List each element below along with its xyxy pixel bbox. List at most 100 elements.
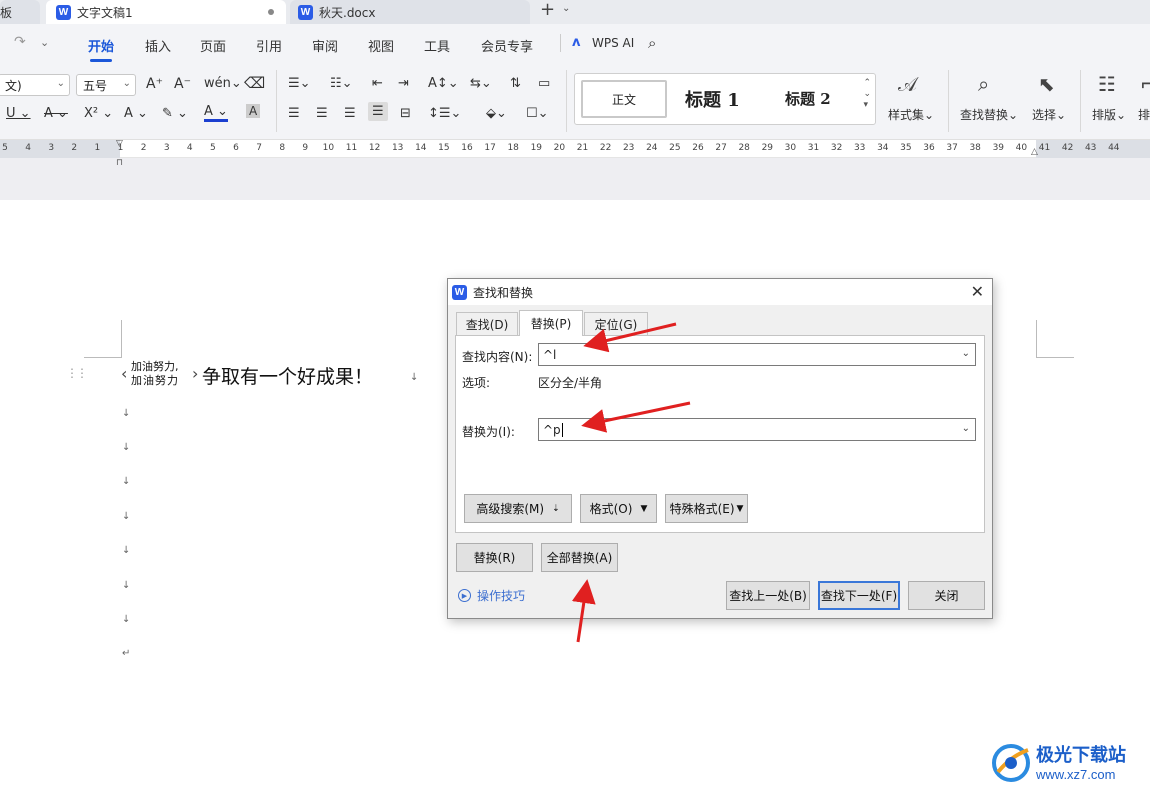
find-replace-label: 查找替换 [960,108,1009,122]
align-left-icon[interactable]: ☰ [288,106,300,121]
replace-button[interactable]: 替换(R) [456,543,533,572]
close-icon[interactable]: ✕ [971,282,984,301]
find-replace-button[interactable]: 查找替换⌄ [960,106,1018,123]
new-tab-plus-icon[interactable]: + [540,0,555,20]
triangle-down-icon: ▼ [640,503,648,514]
tab-replace[interactable]: 替换(P) [519,310,583,336]
font-name-select[interactable]: 文) ⌄ [0,74,70,96]
chevron-down-icon[interactable]: ⌄ [562,3,570,14]
find-previous-button[interactable]: 查找上一处(B) [726,581,810,610]
line-spacing-icon[interactable]: ↕☰⌄ [428,106,461,121]
drag-handle-icon[interactable]: ⋮⋮ [66,366,88,380]
menu-view[interactable]: 视图 [368,36,394,55]
layout-icon: ☷ [1098,72,1116,96]
shading-icon[interactable]: ⬙⌄ [486,106,507,121]
ruler-tick: 25 [669,143,681,153]
increase-indent-icon[interactable]: ⇥ [398,76,409,91]
bullet-list-icon[interactable]: ☰⌄ [288,76,311,91]
text-direction-icon[interactable]: A↕⌄ [428,76,459,91]
ruler-tick: 20 [553,143,566,153]
format-button[interactable]: 格式(O) ▼ [580,494,657,523]
char-shading-icon[interactable]: A [246,104,261,118]
menu-review[interactable]: 审阅 [312,36,338,55]
border-icon[interactable]: ☐⌄ [526,106,549,121]
tab-goto[interactable]: 定位(G) [584,312,648,336]
replace-all-button[interactable]: 全部替换(A) [541,543,618,572]
tab-label: 文字文稿1 [77,5,133,20]
find-input[interactable]: ^l ⌄ [538,343,976,366]
align-center-icon[interactable]: ☰ [316,106,328,121]
advanced-search-button[interactable]: 高级搜索(M) ⇣ [464,494,572,523]
indent-marker-icon[interactable]: ▽ [116,139,123,149]
hanging-indent-marker-icon[interactable]: ⊓ [116,158,123,168]
align-right-icon[interactable]: ☰ [344,106,356,121]
layout-button[interactable]: 排版⌄ [1092,106,1126,123]
chevron-down-icon[interactable]: ⌄ [40,36,49,49]
line-break-icon[interactable]: ⇆⌄ [470,76,492,91]
ruler-tick: 28 [738,143,750,153]
decrease-font-icon[interactable]: A⁻ [174,76,191,92]
tab-autumn-docx[interactable]: W 秋天.docx [290,0,530,24]
show-marks-icon[interactable]: ▭ [538,76,550,91]
style-set-button[interactable]: 样式集⌄ [888,106,934,123]
ruler-tick: 5 [210,143,216,153]
replace-input[interactable]: ^p ⌄ [538,418,976,441]
increase-font-icon[interactable]: A⁺ [146,76,163,92]
select-button[interactable]: 选择⌄ [1032,106,1066,123]
tab-partial[interactable]: 板 [0,0,40,24]
search-icon[interactable]: ⌕ [648,34,656,52]
page-corner-mark [84,320,122,358]
text-effect-icon[interactable]: A ⌄ [124,106,148,121]
sort-icon[interactable]: ⇅ [510,76,521,91]
dialog-titlebar[interactable]: W 查找和替换 ✕ [448,279,992,305]
distributed-icon[interactable]: ⊟ [400,106,411,121]
ruler-tick: 27 [715,143,727,153]
font-color-icon[interactable]: A ⌄ [204,104,228,122]
phonetic-guide-icon[interactable]: wén⌄ [204,76,242,91]
document-header-band: ⊓ [0,158,1150,200]
menu-member[interactable]: 会员专享 [481,36,533,55]
menu-tools[interactable]: 工具 [424,36,450,55]
wps-writer-icon: W [452,284,467,300]
ruler-tick: 32 [830,143,843,153]
style-normal[interactable]: 正文 [581,80,667,118]
find-next-button[interactable]: 查找下一处(F) [818,581,900,610]
chevron-down-icon: ⌄ [56,78,65,89]
tips-link[interactable]: ▶ 操作技巧 [458,587,525,604]
close-button[interactable]: 关闭 [908,581,985,610]
ruler-tick: 7 [256,143,262,153]
highlight-icon[interactable]: ✎ ⌄ [162,106,188,121]
menu-page[interactable]: 页面 [200,36,226,55]
special-format-button[interactable]: 特殊格式(E) ▼ [665,494,748,523]
chevron-down-icon[interactable]: ⌄ [962,423,970,434]
clear-format-icon[interactable]: ⌫ [244,74,265,92]
ruler-tick: 18 [507,143,519,153]
chevron-down-icon[interactable]: ⌄ [962,348,970,359]
decrease-indent-icon[interactable]: ⇤ [372,76,383,91]
menu-wps-ai[interactable]: WPS AI [592,36,634,50]
strikethrough-icon[interactable]: A ⌄ [44,106,68,121]
gallery-scroll-icon[interactable]: ⌃ ⌄ ▾ [863,78,871,111]
font-size-select[interactable]: 五号 ⌄ [76,74,136,96]
justify-icon[interactable]: ☰ [368,102,388,121]
cut-off-button[interactable]: 排 [1138,106,1150,123]
tab-document-1[interactable]: W 文字文稿1 [46,0,286,24]
underline-icon[interactable]: U ⌄ [6,106,31,121]
paragraph-mark-icon: ↓ [122,476,131,487]
menu-insert[interactable]: 插入 [145,36,171,55]
redo-icon[interactable]: ↷ [14,34,26,50]
tab-find[interactable]: 查找(D) [456,312,518,336]
ruler-tick: 39 [992,143,1005,153]
style-heading-2[interactable]: 标题 2 [785,88,831,109]
tab-label: 秋天.docx [319,5,376,20]
menu-home[interactable]: 开始 [88,36,114,62]
numbered-list-icon[interactable]: ☷⌄ [330,76,353,91]
horizontal-ruler[interactable]: 5 4 3 2 1 1 2 3 4 5 6 7 8 9 10 11 12 13 14 15 16 17 18 19 20 21 22… [0,139,1150,158]
page-corner-mark [1036,320,1074,358]
style-heading-1[interactable]: 标题 1 [685,86,740,112]
menu-references[interactable]: 引用 [256,36,282,55]
superscript-icon[interactable]: X² ⌄ [84,106,113,121]
ruler-tick: 14 [415,143,427,153]
text-caret [561,422,563,437]
right-indent-marker-icon[interactable]: △ [1031,147,1038,157]
